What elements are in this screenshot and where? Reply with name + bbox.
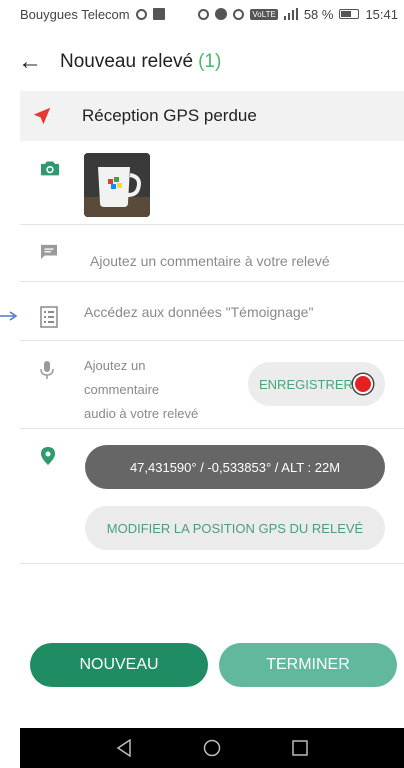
system-nav-bar xyxy=(20,728,404,768)
location-icon xyxy=(198,8,210,20)
gallery-icon xyxy=(152,8,165,20)
camera-icon[interactable] xyxy=(40,159,60,177)
notification-icon xyxy=(135,8,147,20)
record-button[interactable]: ENREGISTRER xyxy=(248,362,385,406)
divider xyxy=(20,563,404,564)
testimony-link-text: Accédez aux données "Témoignage" xyxy=(84,304,314,320)
eye-icon xyxy=(233,8,245,20)
volte-badge: VoLTE xyxy=(250,8,278,20)
recents-square-icon[interactable] xyxy=(292,740,309,756)
photo-row xyxy=(20,145,404,225)
battery-percent: 58 % xyxy=(303,6,334,22)
new-button[interactable]: NOUVEAU xyxy=(30,643,208,687)
testimony-row[interactable]: Accédez aux données "Témoignage" xyxy=(20,283,404,341)
gps-status-text: Réception GPS perdue xyxy=(82,106,257,125)
back-arrow-icon[interactable]: ← xyxy=(0,48,60,76)
navigation-arrow-icon xyxy=(20,105,64,127)
carrier-label: Bouygues Telecom xyxy=(20,6,130,22)
page-title: Nouveau relevé xyxy=(60,51,194,72)
microphone-icon xyxy=(40,361,54,379)
finish-button[interactable]: TERMINER xyxy=(219,643,397,687)
entry-count: (1) xyxy=(198,51,222,72)
edit-gps-position-button[interactable]: MODIFIER LA POSITION GPS DU RELEVÉ xyxy=(85,506,385,550)
form-list-icon xyxy=(40,306,58,328)
signal-icon xyxy=(283,8,298,20)
audio-label: Ajoutez un commentaire audio à votre rel… xyxy=(84,358,199,421)
app-bar: ← Nouveau relevé (1) xyxy=(0,40,404,84)
home-circle-icon[interactable] xyxy=(203,739,221,757)
back-triangle-icon[interactable] xyxy=(116,739,132,757)
location-pin-icon xyxy=(41,447,55,465)
gps-position-value: 47,431590° / -0,533853° / ALT : 22M xyxy=(85,445,385,489)
status-bar: Bouygues Telecom VoLTE 58 % 15:41 xyxy=(0,0,404,28)
clock: 15:41 xyxy=(365,6,398,22)
record-icon xyxy=(353,374,373,394)
gps-status-row: Réception GPS perdue xyxy=(20,91,404,141)
comment-row[interactable]: Ajoutez un commentaire à votre relevé xyxy=(20,226,404,282)
dnd-icon xyxy=(215,8,228,20)
pointer-arrow-icon xyxy=(0,311,18,321)
photo-thumbnail[interactable] xyxy=(84,153,150,217)
audio-row: Ajoutez un commentaire audio à votre rel… xyxy=(20,342,404,429)
record-label: ENREGISTRER xyxy=(259,376,353,392)
comment-placeholder: Ajoutez un commentaire à votre relevé xyxy=(90,253,330,269)
comment-icon xyxy=(41,244,57,260)
battery-icon xyxy=(339,9,360,19)
